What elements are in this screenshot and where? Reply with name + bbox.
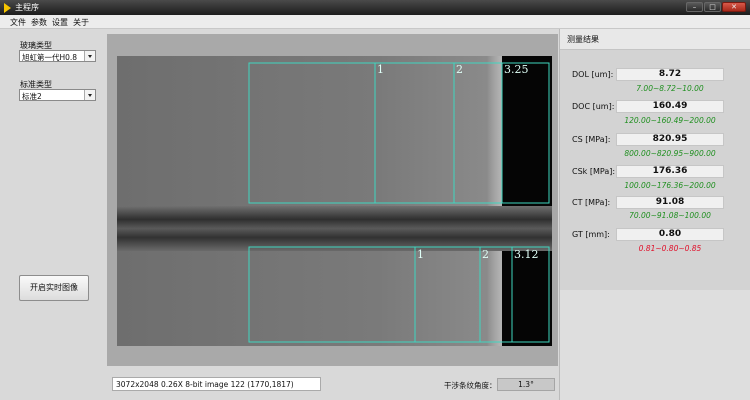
glass-type-select[interactable]: 旭虹第一代H0.8 (19, 50, 96, 62)
standard-type-value: 标准2 (22, 92, 42, 101)
maximize-button[interactable]: □ (704, 2, 721, 12)
window-title: 主程序 (15, 3, 39, 12)
dol-label: DOL [um]: (572, 70, 614, 79)
start-live-image-button[interactable]: 开启实时图像 (19, 275, 89, 301)
ct-label: CT [MPa]: (572, 198, 611, 207)
results-panel: 测量结果 DOL [um]: 8.72 7.00~8.72~10.00 DOC … (559, 29, 750, 400)
dol-range: 7.00~8.72~10.00 (636, 84, 704, 93)
menu-parameters[interactable]: 参数 (31, 17, 47, 28)
doc-value: 160.49 (616, 100, 724, 113)
top-label-1: 1 (377, 63, 384, 76)
menu-file[interactable]: 文件 (10, 17, 26, 28)
app-icon (4, 3, 11, 13)
standard-type-select[interactable]: 标准2 (19, 89, 96, 101)
bottom-measure-box (248, 246, 550, 343)
measurement-overlay: 1 2 3.25 1 2 3.12 (248, 62, 550, 343)
csk-value: 176.36 (616, 165, 724, 178)
gt-range: 0.81~0.80~0.85 (638, 244, 702, 253)
menu-bar: 文件 参数 设置 关于 (0, 15, 750, 29)
cs-label: CS [MPa]: (572, 135, 611, 144)
image-info-field: 3072x2048 0.26X 8-bit image 122 (1770,18… (112, 377, 321, 391)
fringe-angle-value: 1.3° (497, 378, 555, 391)
close-button[interactable]: ✕ (722, 2, 746, 12)
top-measure-box (248, 62, 550, 204)
results-body: DOL [um]: 8.72 7.00~8.72~10.00 DOC [um]:… (560, 50, 750, 290)
minimize-button[interactable]: – (686, 2, 703, 12)
menu-settings[interactable]: 设置 (52, 17, 68, 28)
csk-label: CSk [MPa]: (572, 167, 616, 176)
dol-value: 8.72 (616, 68, 724, 81)
gt-value: 0.80 (616, 228, 724, 241)
menu-about[interactable]: 关于 (73, 17, 89, 28)
ct-range: 70.00~91.08~100.00 (629, 211, 711, 220)
fringe-angle-label: 干涉条纹角度： (444, 381, 497, 390)
bottom-label-2: 2 (482, 248, 489, 261)
bottom-label-1: 1 (417, 248, 424, 261)
gt-label: GT [mm]: (572, 230, 610, 239)
results-title: 测量结果 (567, 35, 599, 44)
cs-range: 800.00~820.95~900.00 (624, 149, 716, 158)
top-label-3: 3.25 (504, 63, 529, 76)
doc-range: 120.00~160.49~200.00 (624, 116, 716, 125)
bottom-label-3: 3.12 (514, 248, 539, 261)
ct-value: 91.08 (616, 196, 724, 209)
chevron-down-icon[interactable] (84, 51, 95, 61)
top-label-2: 2 (456, 63, 463, 76)
cs-value: 820.95 (616, 133, 724, 146)
chevron-down-icon[interactable] (84, 90, 95, 100)
title-bar: 主程序 – □ ✕ (0, 0, 750, 15)
results-header: 测量结果 (560, 29, 750, 50)
doc-label: DOC [um]: (572, 102, 615, 111)
glass-type-value: 旭虹第一代H0.8 (22, 53, 78, 62)
csk-range: 100.00~176.36~200.00 (624, 181, 716, 190)
